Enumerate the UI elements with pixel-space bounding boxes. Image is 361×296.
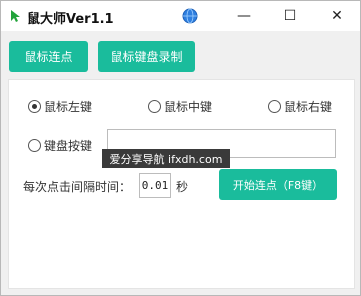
close-button[interactable]: ✕: [314, 1, 360, 31]
right-button-label: 鼠标右键: [284, 100, 333, 114]
middle-button-radio[interactable]: 鼠标中键: [148, 98, 212, 115]
middle-button-label: 鼠标中键: [164, 100, 213, 114]
watermark: 爱分享导航 ifxdh.com: [102, 149, 230, 168]
keyboard-key-label: 键盘按键: [44, 139, 93, 153]
globe-icon: [182, 8, 198, 24]
app-window: 鼠大师Ver1.1 — ☐ ✕ 鼠标连点 鼠标键盘录制 鼠标左键 鼠标中键 鼠标…: [0, 0, 361, 296]
radio-unselected-icon: [28, 139, 41, 152]
minimize-button[interactable]: —: [221, 1, 267, 31]
right-button-radio[interactable]: 鼠标右键: [268, 98, 332, 115]
cursor-icon: [11, 10, 20, 22]
maximize-button[interactable]: ☐: [267, 1, 313, 31]
radio-unselected-icon: [268, 100, 281, 113]
interval-input[interactable]: 0.01: [139, 173, 171, 198]
clicker-panel: 鼠标左键 鼠标中键 鼠标右键 键盘按键 每次点击间隔时间： 0.01 秒 开始连…: [8, 79, 355, 289]
keyboard-key-radio[interactable]: 键盘按键: [28, 137, 92, 154]
title-bar[interactable]: 鼠大师Ver1.1 — ☐ ✕: [1, 1, 360, 31]
left-button-radio[interactable]: 鼠标左键: [28, 98, 92, 115]
radio-unselected-icon: [148, 100, 161, 113]
window-title: 鼠大师Ver1.1: [27, 12, 114, 27]
mouse-clicker-tab-button[interactable]: 鼠标连点: [9, 41, 88, 72]
start-clicking-button[interactable]: 开始连点（F8键）: [219, 169, 337, 200]
interval-unit-label: 秒: [176, 180, 189, 194]
radio-selected-icon: [28, 100, 41, 113]
interval-label: 每次点击间隔时间：: [23, 180, 132, 194]
mouse-keyboard-recorder-tab-button[interactable]: 鼠标键盘录制: [98, 41, 195, 72]
left-button-label: 鼠标左键: [44, 100, 93, 114]
